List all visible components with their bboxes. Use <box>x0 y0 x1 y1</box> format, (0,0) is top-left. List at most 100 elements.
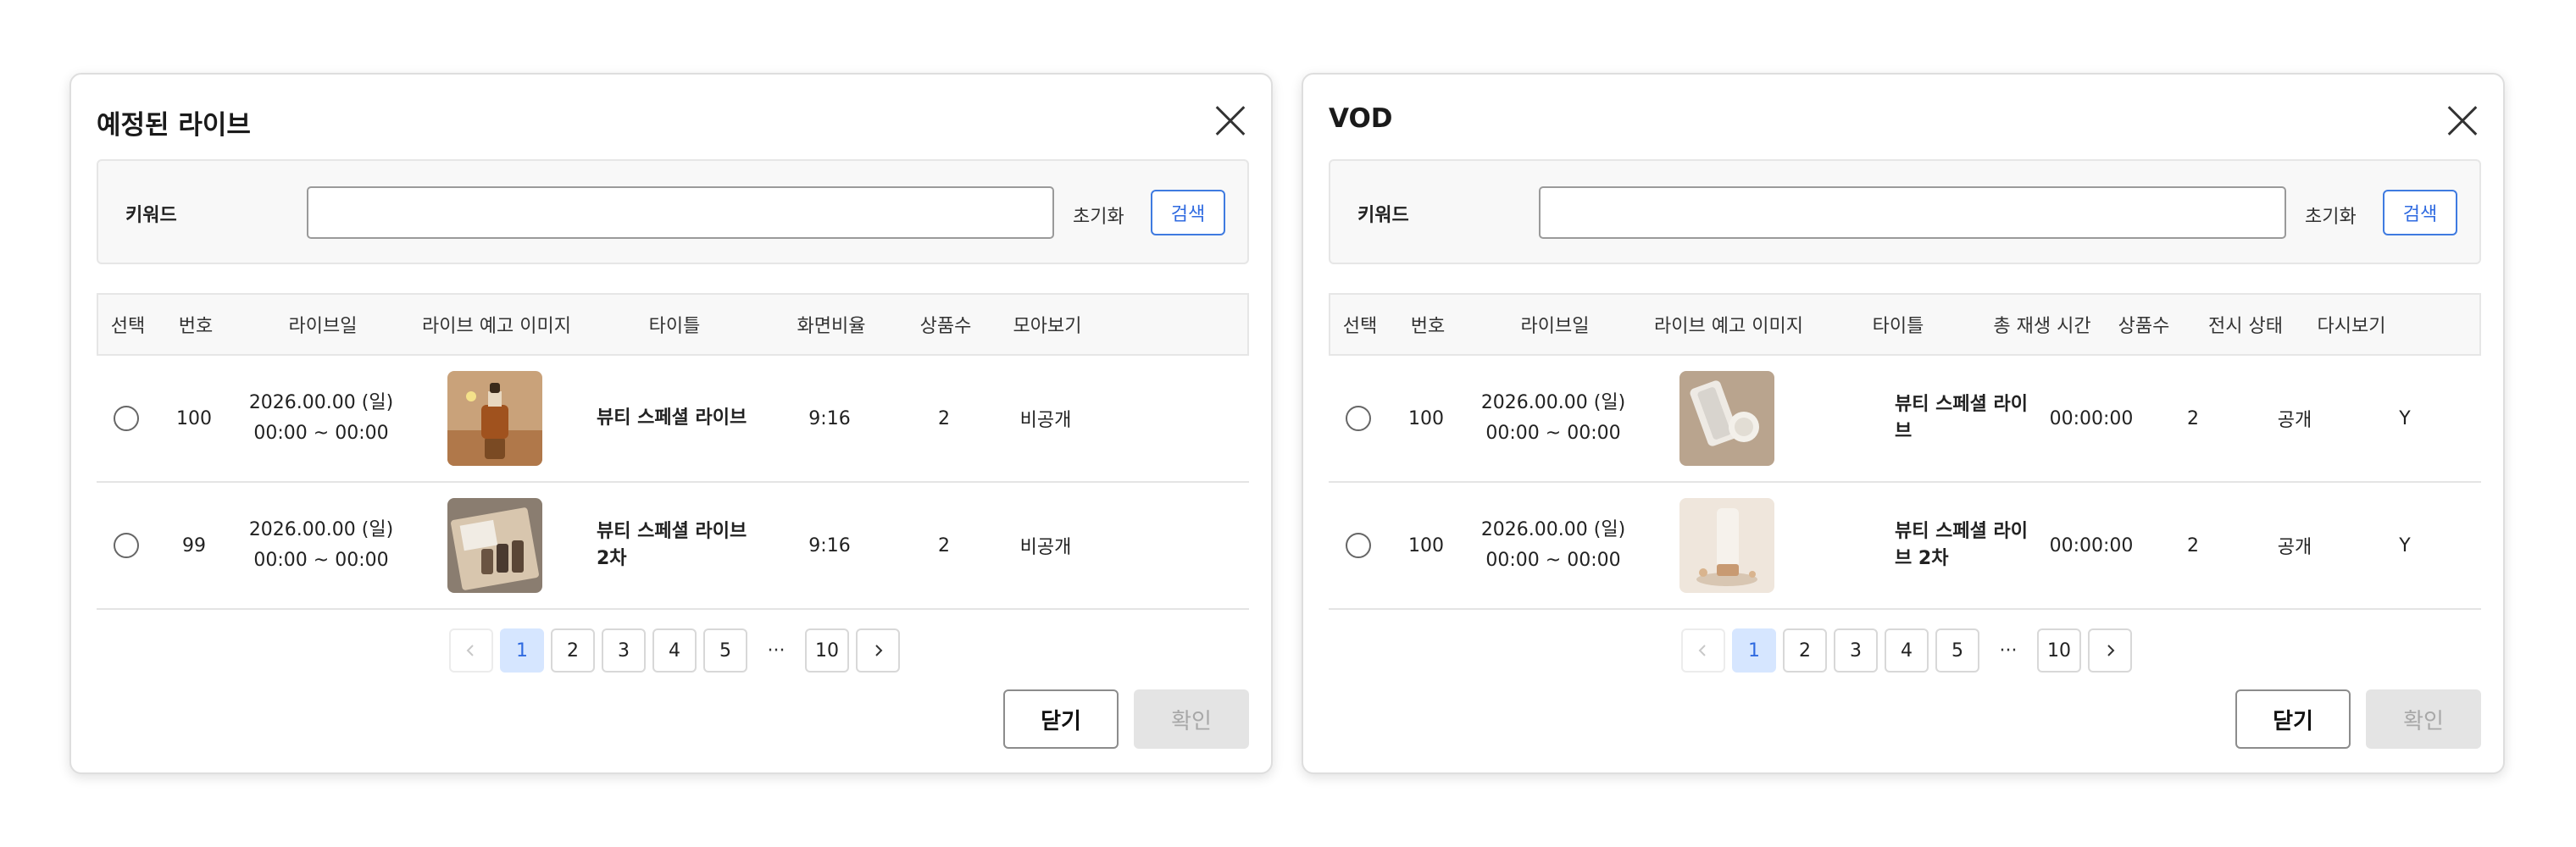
search-button[interactable]: 검색 <box>1151 190 1225 235</box>
page-button[interactable]: 10 <box>805 628 849 673</box>
select-radio[interactable] <box>1346 533 1371 558</box>
search-panel: 키워드 초기화 검색 <box>97 159 1249 264</box>
modal-title: 예정된 라이브 <box>97 110 251 141</box>
column-header: 라이브일 <box>288 316 358 337</box>
search-button[interactable]: 검색 <box>2383 190 2457 235</box>
live-date-time: 00:00 ~ 00:00 <box>1485 423 1621 444</box>
chevron-right-icon[interactable] <box>2088 628 2132 673</box>
table-row: 100 2026.00.00 (일) 00:00 ~ 00:00 뷰티 스페셜 … <box>97 356 1249 483</box>
vod-title: 뷰티 스페셜 라이브 2차 <box>1895 521 2028 569</box>
page-button[interactable]: 4 <box>1885 628 1929 673</box>
product-count: 2 <box>2187 407 2199 429</box>
live-title: 뷰티 스페셜 라이브 2차 <box>597 521 747 569</box>
live-date: 2026.00.00 (일) 00:00 ~ 00:00 <box>1464 483 1642 608</box>
live-date-day: 2026.00.00 (일) <box>248 519 394 540</box>
chevron-left-icon[interactable] <box>449 628 493 673</box>
row-number: 100 <box>1408 407 1444 429</box>
column-header: 라이브 예고 이미지 <box>422 316 571 337</box>
column-header: 라이브 예고 이미지 <box>1654 316 1803 337</box>
visibility-status: 비공개 <box>1019 537 1072 558</box>
page-button[interactable]: 2 <box>551 628 595 673</box>
column-header: 타이틀 <box>1872 316 1924 337</box>
select-radio[interactable] <box>1346 406 1371 431</box>
row-number: 100 <box>1408 534 1444 556</box>
table-header: 선택 번호 라이브일 라이브 예고 이미지 타이틀 화면비율 상품수 모아보기 <box>97 293 1249 356</box>
table-row: 100 2026.00.00 (일) 00:00 ~ 00:00 뷰티 스페셜 … <box>1329 483 2481 610</box>
live-date-day: 2026.00.00 (일) <box>1480 392 1626 413</box>
page-button[interactable]: 5 <box>703 628 747 673</box>
live-title: 뷰티 스페셜 라이브 <box>597 407 747 429</box>
column-header: 선택 <box>1342 316 1378 337</box>
page-button[interactable]: 5 <box>1935 628 1979 673</box>
scheduled-live-modal: 예정된 라이브 키워드 초기화 검색 선택 번호 라이브일 라이브 예고 이미지… <box>69 73 1273 774</box>
page-button[interactable]: 1 <box>500 628 544 673</box>
page-button[interactable]: 2 <box>1783 628 1827 673</box>
keyword-label: 키워드 <box>1357 205 1409 226</box>
search-panel: 키워드 초기화 검색 <box>1329 159 2481 264</box>
tube-product-photo-thumbnail <box>1679 498 1774 593</box>
column-header: 상품수 <box>2118 316 2170 337</box>
replay-flag: Y <box>2399 534 2411 556</box>
chevron-left-icon[interactable] <box>1681 628 1725 673</box>
column-header: 라이브일 <box>1520 316 1590 337</box>
live-date: 2026.00.00 (일) 00:00 ~ 00:00 <box>232 483 410 608</box>
live-date: 2026.00.00 (일) 00:00 ~ 00:00 <box>1464 356 1642 481</box>
close-icon[interactable] <box>2447 105 2478 136</box>
close-icon[interactable] <box>1215 105 1246 136</box>
play-duration: 00:00:00 <box>2049 407 2134 429</box>
close-button[interactable]: 닫기 <box>1003 689 1119 749</box>
product-count: 2 <box>2187 534 2199 556</box>
confirm-button[interactable]: 확인 <box>2366 689 2481 749</box>
live-date-day: 2026.00.00 (일) <box>1480 519 1626 540</box>
row-number: 100 <box>176 407 212 429</box>
column-header: 타이틀 <box>648 316 701 337</box>
replay-flag: Y <box>2399 407 2411 429</box>
reset-button[interactable]: 초기화 <box>2305 202 2357 229</box>
column-header: 번호 <box>178 316 214 337</box>
page-button[interactable]: 1 <box>1732 628 1776 673</box>
display-status: 공개 <box>2277 410 2312 431</box>
live-date-time: 00:00 ~ 00:00 <box>1485 550 1621 571</box>
aspect-ratio: 9:16 <box>808 407 851 429</box>
live-date-day: 2026.00.00 (일) <box>248 392 394 413</box>
column-header: 번호 <box>1410 316 1446 337</box>
confirm-button[interactable]: 확인 <box>1134 689 1249 749</box>
page-button[interactable]: 4 <box>652 628 697 673</box>
select-radio[interactable] <box>114 406 139 431</box>
column-header: 화면비율 <box>797 316 866 337</box>
column-header: 전시 상태 <box>2208 316 2283 337</box>
page-button[interactable]: 10 <box>2037 628 2081 673</box>
product-count: 2 <box>938 534 950 556</box>
close-button[interactable]: 닫기 <box>2235 689 2351 749</box>
page-button[interactable]: 3 <box>602 628 646 673</box>
live-date-time: 00:00 ~ 00:00 <box>253 423 389 444</box>
column-header: 선택 <box>110 316 146 337</box>
page-ellipsis: ··· <box>767 639 786 662</box>
column-header: 총 재생 시간 <box>1993 316 2091 337</box>
column-header: 다시보기 <box>2317 316 2386 337</box>
chevron-right-icon[interactable] <box>856 628 900 673</box>
play-duration: 00:00:00 <box>2049 534 2134 556</box>
keyword-input[interactable] <box>307 186 1054 239</box>
select-radio[interactable] <box>114 533 139 558</box>
column-header: 상품수 <box>919 316 972 337</box>
modal-title: VOD <box>1329 103 1393 134</box>
reset-button[interactable]: 초기화 <box>1073 202 1124 229</box>
page-button[interactable]: 3 <box>1834 628 1878 673</box>
column-header: 모아보기 <box>1013 316 1082 337</box>
vod-modal: VOD 키워드 초기화 검색 선택 번호 라이브일 라이브 예고 이미지 타이틀… <box>1302 73 2505 774</box>
table-row: 99 2026.00.00 (일) 00:00 ~ 00:00 뷰티 스페셜 라… <box>97 483 1249 610</box>
row-number: 99 <box>182 534 206 556</box>
table-row: 100 2026.00.00 (일) 00:00 ~ 00:00 뷰티 스페셜 … <box>1329 356 2481 483</box>
live-date-time: 00:00 ~ 00:00 <box>253 550 389 571</box>
product-count: 2 <box>938 407 950 429</box>
keyword-label: 키워드 <box>125 205 177 226</box>
serum-bottle-photo-thumbnail <box>447 371 542 466</box>
page-ellipsis: ··· <box>1999 639 2018 662</box>
vod-title: 뷰티 스페셜 라이브 <box>1895 394 2028 442</box>
keyword-input[interactable] <box>1539 186 2286 239</box>
table-header: 선택 번호 라이브일 라이브 예고 이미지 타이틀 총 재생 시간 상품수 전시… <box>1329 293 2481 356</box>
aspect-ratio: 9:16 <box>808 534 851 556</box>
live-date: 2026.00.00 (일) 00:00 ~ 00:00 <box>232 356 410 481</box>
cream-product-photo-thumbnail <box>1679 371 1774 466</box>
